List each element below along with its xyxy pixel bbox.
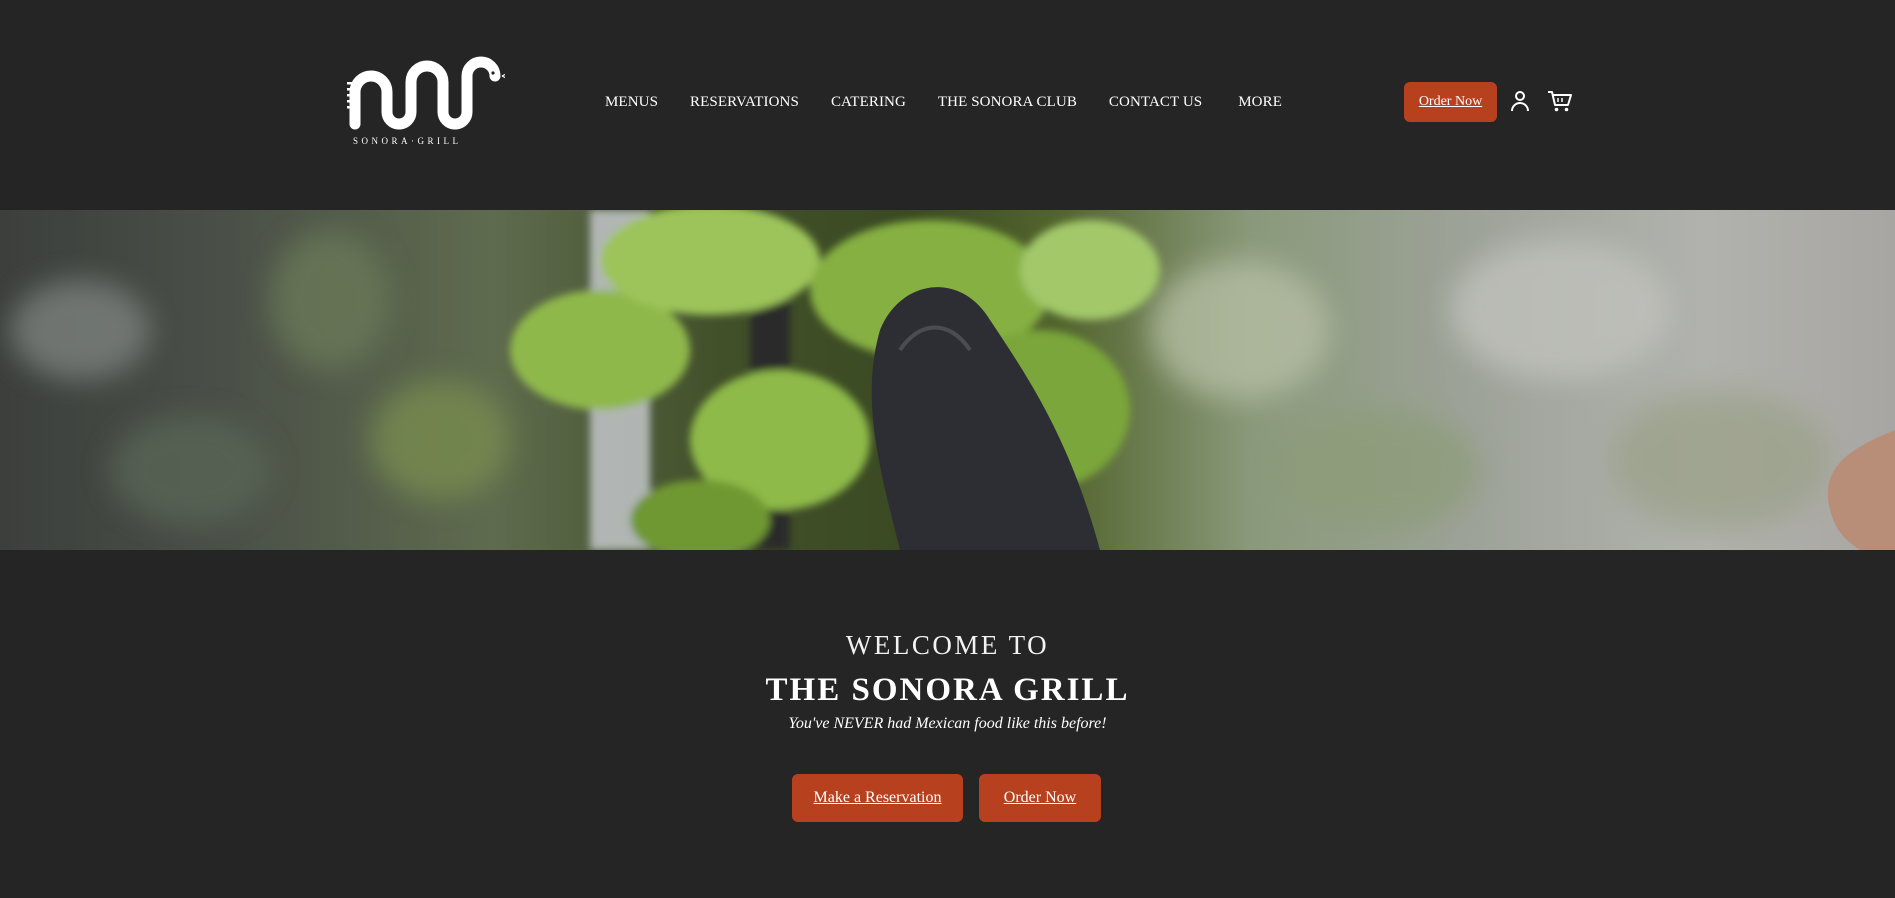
main-nav: MENUS RESERVATIONS CATERING THE SONORA C… bbox=[605, 88, 1282, 116]
order-now-button[interactable]: Order Now bbox=[979, 774, 1101, 822]
user-icon[interactable] bbox=[1508, 89, 1532, 113]
shopping-cart-icon[interactable] bbox=[1547, 89, 1573, 113]
nav-item-reservations[interactable]: RESERVATIONS bbox=[690, 94, 799, 111]
brand-wordmark: SONORA·GRILL bbox=[353, 136, 462, 146]
hero-banner bbox=[0, 210, 1895, 550]
tagline: You've NEVER had Mexican food like this … bbox=[788, 715, 1107, 732]
nav-item-contact-us[interactable]: CONTACT US bbox=[1109, 94, 1202, 111]
nav-item-catering[interactable]: CATERING bbox=[831, 94, 906, 111]
welcome-section: WELCOME TO THE SONORA GRILL You've NEVER… bbox=[0, 630, 1895, 733]
header-order-now-button[interactable]: Order Now bbox=[1404, 82, 1497, 122]
nav-item-sonora-club[interactable]: THE SONORA CLUB bbox=[938, 94, 1077, 111]
site-header: SONORA·GRILL MENUS RESERVATIONS CATERING… bbox=[0, 0, 1895, 210]
page-title: THE SONORA GRILL bbox=[765, 672, 1130, 708]
serpent-logo-icon bbox=[347, 56, 505, 130]
make-reservation-button[interactable]: Make a Reservation bbox=[792, 774, 963, 822]
welcome-pre-title: WELCOME TO bbox=[845, 630, 1050, 660]
brand-logo[interactable]: SONORA·GRILL bbox=[345, 52, 505, 152]
nav-item-more[interactable]: MORE bbox=[1238, 94, 1282, 111]
hero-image bbox=[10, 210, 1895, 550]
nav-item-menus[interactable]: MENUS bbox=[605, 94, 658, 111]
